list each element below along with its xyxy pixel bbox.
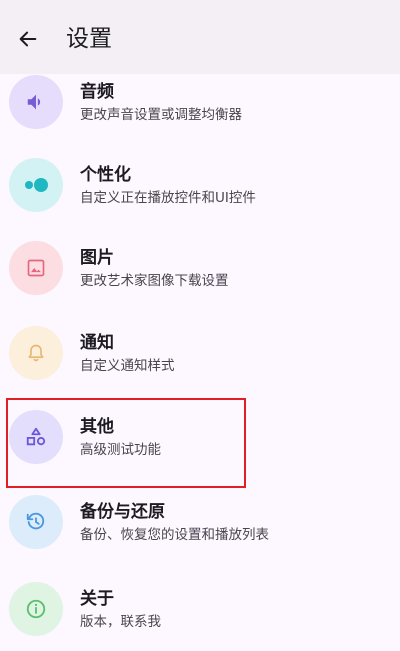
app-bar: 设置 — [0, 0, 400, 74]
page-title: 设置 — [66, 26, 112, 52]
bell-icon — [9, 326, 63, 380]
toggle-icon — [9, 158, 63, 212]
back-button[interactable] — [10, 21, 46, 57]
settings-item-title: 音频 — [80, 82, 114, 102]
settings-item-subtitle: 高级测试功能 — [80, 442, 161, 458]
settings-item-about[interactable]: 关于 版本，联系我 — [0, 567, 400, 651]
settings-item-subtitle: 更改声音设置或调整均衡器 — [80, 107, 242, 123]
image-icon — [9, 241, 63, 295]
settings-item-personalize[interactable]: 个性化 自定义正在播放控件和UI控件 — [0, 143, 400, 227]
settings-item-subtitle: 自定义通知样式 — [80, 358, 175, 374]
settings-item-subtitle: 版本，联系我 — [80, 614, 161, 630]
settings-item-title: 图片 — [80, 248, 114, 268]
settings-item-subtitle: 自定义正在播放控件和UI控件 — [80, 190, 256, 206]
settings-item-images[interactable]: 图片 更改艺术家图像下载设置 — [0, 226, 400, 310]
settings-item-notifications[interactable]: 通知 自定义通知样式 — [0, 311, 400, 395]
settings-item-backup[interactable]: 备份与还原 备份、恢复您的设置和播放列表 — [0, 480, 400, 564]
settings-item-title: 通知 — [80, 333, 114, 353]
arrow-back-icon — [19, 31, 37, 47]
shapes-icon — [9, 410, 63, 464]
volume-icon — [9, 75, 63, 129]
restore-icon — [9, 495, 63, 549]
settings-item-subtitle: 更改艺术家图像下载设置 — [80, 273, 229, 289]
settings-item-title: 其他 — [80, 417, 114, 437]
settings-list: 音频 更改声音设置或调整均衡器 个性化 自定义正在播放控件和UI控件 图片 更改… — [0, 0, 400, 636]
settings-item-other[interactable]: 其他 高级测试功能 — [0, 395, 400, 479]
settings-item-title: 个性化 — [80, 165, 131, 185]
settings-item-subtitle: 备份、恢复您的设置和播放列表 — [80, 527, 269, 543]
settings-item-title: 关于 — [80, 589, 114, 609]
settings-item-title: 备份与还原 — [80, 502, 165, 522]
info-icon — [9, 582, 63, 636]
